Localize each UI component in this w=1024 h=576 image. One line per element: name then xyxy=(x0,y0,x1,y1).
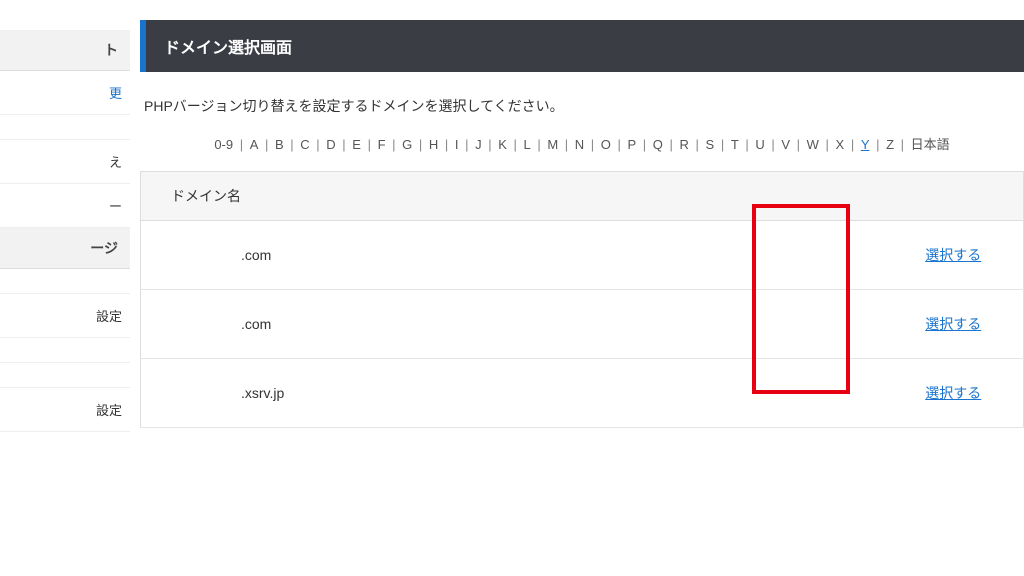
domain-name-cell: .com xyxy=(141,290,884,359)
separator: | xyxy=(484,137,497,152)
separator: | xyxy=(235,137,248,152)
alpha-nav-item[interactable]: T xyxy=(729,137,741,152)
alpha-nav-item[interactable]: M xyxy=(545,137,560,152)
action-cell: 選択する xyxy=(884,290,1024,359)
table-header-domain: ドメイン名 xyxy=(141,172,884,221)
alpha-nav-item[interactable]: Z xyxy=(884,137,896,152)
sidebar-item[interactable]: え xyxy=(0,140,130,184)
table-row: .xsrv.jp 選択する xyxy=(141,359,1024,428)
sidebar-item[interactable]: 設定 xyxy=(0,388,130,432)
instruction-text: PHPバージョン切り替えを設定するドメインを選択してください。 xyxy=(144,96,1024,116)
alpha-nav: 0-9 | A | B | C | D | E | F | G | H | I … xyxy=(140,134,1024,153)
alpha-nav-item[interactable]: Q xyxy=(651,137,665,152)
separator: | xyxy=(363,137,376,152)
separator: | xyxy=(665,137,678,152)
separator: | xyxy=(260,137,273,152)
separator: | xyxy=(846,137,859,152)
separator: | xyxy=(440,137,453,152)
separator: | xyxy=(767,137,780,152)
alpha-nav-item[interactable]: N xyxy=(573,137,586,152)
separator: | xyxy=(716,137,729,152)
sidebar-item[interactable]: 設定 xyxy=(0,294,130,338)
separator: | xyxy=(691,137,704,152)
alpha-nav-item[interactable]: L xyxy=(521,137,532,152)
alpha-nav-item[interactable]: E xyxy=(350,137,363,152)
sidebar-item[interactable] xyxy=(0,115,130,140)
sidebar-section-header-2: ージ xyxy=(0,228,130,269)
alpha-nav-item[interactable]: O xyxy=(599,137,613,152)
alpha-nav-item[interactable]: B xyxy=(273,137,286,152)
select-link[interactable]: 選択する xyxy=(925,316,981,332)
separator: | xyxy=(312,137,325,152)
main-content: ドメイン選択画面 PHPバージョン切り替えを設定するドメインを選択してください。… xyxy=(130,0,1024,576)
sidebar-item[interactable] xyxy=(0,269,130,294)
sidebar: ト 更 え ー ージ 設定 設定 xyxy=(0,0,130,576)
table-header-action xyxy=(884,172,1024,221)
domain-name-cell: .com xyxy=(141,221,884,290)
domain-table: ドメイン名 .com 選択する .com 選択する .xsrv.jp 選択する xyxy=(140,171,1024,428)
table-row: .com 選択する xyxy=(141,290,1024,359)
alpha-nav-item[interactable]: J xyxy=(473,137,484,152)
alpha-nav-item[interactable]: R xyxy=(678,137,691,152)
alpha-nav-item[interactable]: C xyxy=(298,137,311,152)
separator: | xyxy=(638,137,651,152)
alpha-nav-item[interactable]: X xyxy=(834,137,847,152)
alpha-nav-item[interactable]: 0-9 xyxy=(212,137,235,152)
separator: | xyxy=(414,137,427,152)
alpha-nav-item[interactable]: D xyxy=(324,137,337,152)
separator: | xyxy=(338,137,351,152)
alpha-nav-item[interactable]: F xyxy=(376,137,388,152)
alpha-nav-item[interactable]: U xyxy=(753,137,766,152)
alpha-nav-item[interactable]: G xyxy=(400,137,414,152)
separator: | xyxy=(286,137,299,152)
separator: | xyxy=(388,137,401,152)
alpha-nav-item[interactable]: K xyxy=(496,137,509,152)
separator: | xyxy=(586,137,599,152)
sidebar-section-header-1: ト xyxy=(0,30,130,71)
sidebar-item[interactable]: ー xyxy=(0,184,130,228)
separator: | xyxy=(613,137,626,152)
alpha-nav-item[interactable]: V xyxy=(779,137,792,152)
separator: | xyxy=(821,137,834,152)
separator: | xyxy=(460,137,473,152)
select-link[interactable]: 選択する xyxy=(925,385,981,401)
separator: | xyxy=(560,137,573,152)
separator: | xyxy=(509,137,522,152)
action-cell: 選択する xyxy=(884,221,1024,290)
sidebar-item[interactable]: 更 xyxy=(0,71,130,115)
separator: | xyxy=(792,137,805,152)
sidebar-item[interactable] xyxy=(0,338,130,363)
alpha-nav-item[interactable]: W xyxy=(805,137,821,152)
alpha-nav-item[interactable]: H xyxy=(427,137,440,152)
alpha-nav-item[interactable]: Y xyxy=(859,137,872,152)
alpha-nav-item[interactable]: P xyxy=(626,137,639,152)
separator: | xyxy=(896,137,909,152)
select-link[interactable]: 選択する xyxy=(925,247,981,263)
alpha-nav-item[interactable]: 日本語 xyxy=(909,137,952,152)
separator: | xyxy=(872,137,885,152)
separator: | xyxy=(533,137,546,152)
alpha-nav-item[interactable]: S xyxy=(704,137,717,152)
sidebar-item[interactable] xyxy=(0,363,130,388)
page-title: ドメイン選択画面 xyxy=(140,20,1024,72)
separator: | xyxy=(741,137,754,152)
table-row: .com 選択する xyxy=(141,221,1024,290)
alpha-nav-item[interactable]: A xyxy=(248,137,261,152)
domain-name-cell: .xsrv.jp xyxy=(141,359,884,428)
action-cell: 選択する xyxy=(884,359,1024,428)
